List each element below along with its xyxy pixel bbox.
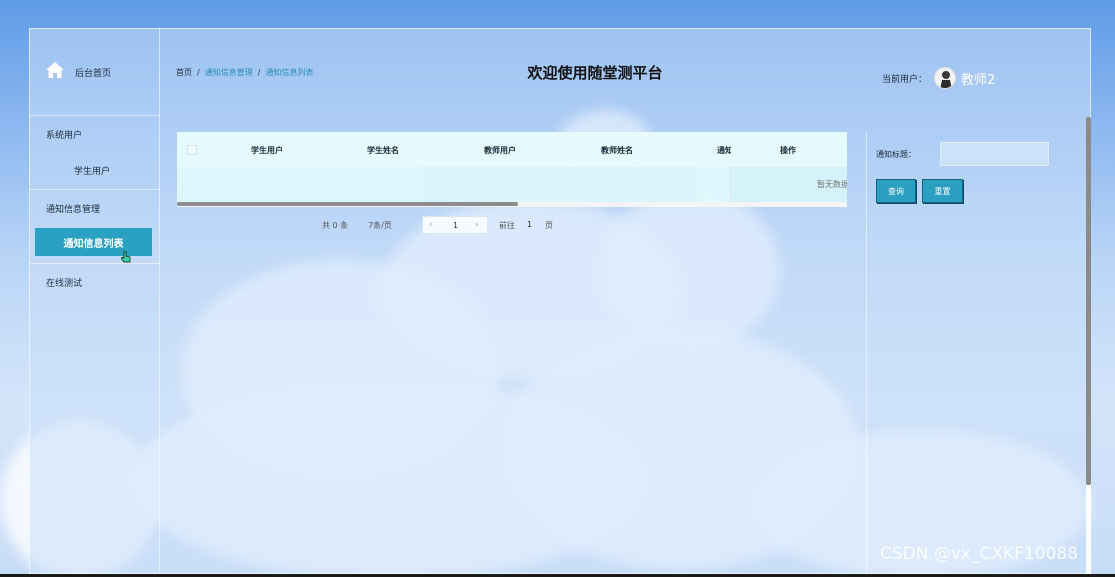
sidebar-divider: [29, 263, 160, 264]
horizontal-scrollbar-thumb[interactable]: [177, 202, 518, 206]
sidebar: 后台首页 系统用户 学生用户 通知信息管理 通知信息列表 在线测试: [29, 28, 160, 574]
search-label: 通知标题：: [876, 150, 916, 159]
table-body: 暂无数据: [177, 167, 847, 202]
sidebar-home-label: 后台首页: [75, 69, 112, 79]
column-header[interactable]: 学生用户: [251, 145, 283, 156]
search-panel: 通知标题： 查询 重置: [866, 132, 1084, 574]
sidebar-divider: [29, 189, 160, 190]
pagination-total: 共 0 条: [322, 221, 349, 230]
select-all-checkbox[interactable]: [187, 145, 197, 155]
sidebar-item-notice-list[interactable]: 通知信息列表: [35, 228, 152, 256]
watermark: CSDN @vx_CXKF10088: [880, 544, 1079, 564]
pagination-goto-suffix: 页: [545, 221, 553, 230]
breadcrumb-home[interactable]: 首页: [176, 68, 192, 77]
column-header[interactable]: 教师姓名: [601, 145, 633, 156]
sidebar-item-student-users[interactable]: 学生用户: [74, 164, 110, 177]
sidebar-group-online-test[interactable]: 在线测试: [46, 276, 82, 289]
vertical-scrollbar-track: [1086, 485, 1091, 574]
pointer-cursor-icon: [121, 251, 131, 263]
table-header: 学生用户 学生姓名 教师用户 教师姓名 通知 操作: [177, 132, 847, 167]
breadcrumb-notice-list: 通知信息列表: [265, 68, 314, 77]
column-header[interactable]: 教师用户: [484, 145, 516, 156]
notice-title-input[interactable]: [940, 142, 1049, 166]
notice-table: 学生用户 学生姓名 教师用户 教师姓名 通知 操作 暂无数据: [177, 132, 847, 207]
sidebar-home[interactable]: 后台首页: [29, 28, 160, 116]
pagination-pager: ‹ 1 ›: [422, 216, 488, 234]
query-button[interactable]: 查询: [876, 179, 916, 203]
sidebar-group-notice-management[interactable]: 通知信息管理: [46, 202, 100, 215]
sidebar-group-system-users[interactable]: 系统用户: [46, 128, 82, 141]
column-header[interactable]: 学生姓名: [367, 145, 399, 156]
next-page-icon[interactable]: ›: [475, 220, 479, 230]
empty-text: 暂无数据: [817, 180, 847, 189]
user-name[interactable]: 教师2: [961, 69, 995, 88]
home-icon: [46, 62, 64, 78]
prev-page-icon[interactable]: ‹: [429, 220, 433, 230]
column-header[interactable]: 操作: [780, 145, 796, 156]
vertical-scrollbar-thumb[interactable]: [1086, 117, 1091, 485]
pagination-goto-prefix: 前往: [499, 221, 515, 230]
pagination-page-size[interactable]: 7条/页: [368, 220, 392, 231]
page-title: 欢迎使用随堂测平台: [527, 64, 663, 82]
pagination-goto-input[interactable]: 1: [527, 220, 532, 229]
avatar[interactable]: [934, 67, 956, 89]
breadcrumb: 首页 / 通知信息管理 / 通知信息列表: [176, 68, 314, 77]
pagination-current-page[interactable]: 1: [453, 221, 458, 230]
current-user-label: 当前用户：: [882, 75, 928, 85]
column-header[interactable]: 通知: [717, 145, 731, 156]
reset-button[interactable]: 重置: [922, 179, 963, 203]
breadcrumb-notice-management[interactable]: 通知信息管理: [205, 68, 253, 77]
